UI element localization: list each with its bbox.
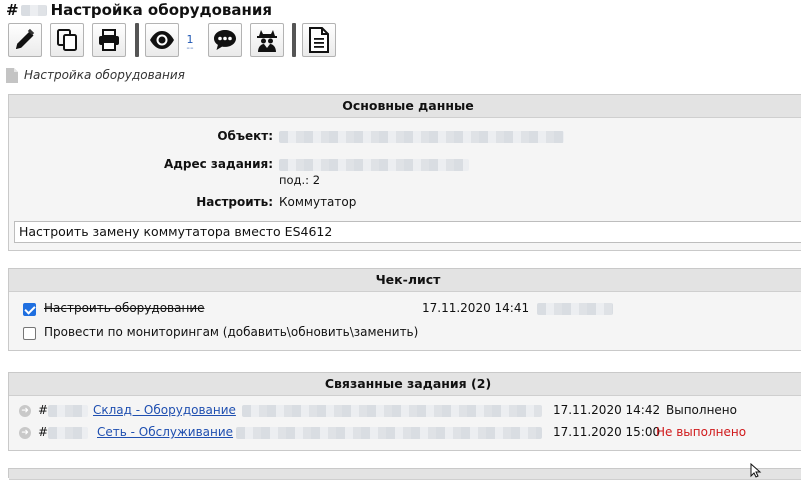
checklist-item-datetime: 17.11.2020 14:41 bbox=[422, 301, 530, 315]
document-icon bbox=[309, 27, 329, 53]
toolbar-separator bbox=[135, 23, 139, 57]
pencil-icon bbox=[16, 28, 35, 49]
panel-heading bbox=[9, 469, 801, 480]
toolbar-separator bbox=[292, 23, 296, 57]
checklist-panel: Чек-лист Настроить оборудование 17.11.20… bbox=[8, 268, 801, 351]
related-datetime: 17.11.2020 15:00 bbox=[553, 425, 661, 439]
status-badge: Не выполнено bbox=[656, 425, 747, 439]
copy-button[interactable] bbox=[50, 23, 84, 57]
redacted-object bbox=[279, 130, 564, 143]
checklist-item-text: Провести по мониторингам (добавить\обнов… bbox=[44, 325, 419, 339]
status-badge: Выполнено bbox=[666, 403, 737, 417]
mouse-cursor-icon bbox=[750, 463, 762, 478]
watchers-count[interactable]: 1 -- bbox=[185, 33, 195, 54]
breadcrumb: Настройка оборудования bbox=[6, 67, 185, 83]
panel-heading: Связанные задания (2) bbox=[9, 373, 801, 396]
redacted-task-id bbox=[48, 405, 88, 417]
configure-label: Настроить: bbox=[196, 195, 273, 209]
arrow-right-icon: ➜ bbox=[19, 427, 31, 439]
address-label: Адрес задания: bbox=[163, 157, 273, 171]
related-tasks-panel: Связанные задания (2) ➜ # Склад - Оборуд… bbox=[8, 372, 801, 451]
next-panel bbox=[8, 468, 801, 480]
comment-icon bbox=[214, 30, 236, 50]
panel-heading: Чек-лист bbox=[9, 269, 801, 292]
redacted-user bbox=[537, 303, 613, 315]
redacted-task-id bbox=[20, 5, 47, 16]
entrance-value: под.: 2 bbox=[279, 173, 321, 187]
related-hash: # bbox=[38, 425, 49, 439]
task-description-field[interactable]: Настроить замену коммутатора вместо ES46… bbox=[14, 221, 801, 243]
panel-body: Объект: Адрес задания: под.: 2 Настроить… bbox=[9, 118, 801, 250]
checklist-item-text: Настроить оборудование bbox=[44, 301, 205, 315]
copy-icon bbox=[57, 29, 77, 51]
spy-icon bbox=[257, 30, 277, 52]
print-button[interactable] bbox=[92, 23, 126, 57]
related-task-link[interactable]: Сеть - Обслуживание bbox=[97, 425, 233, 439]
panel-heading: Основные данные bbox=[9, 95, 801, 118]
panel-body: ➜ # Склад - Оборудование 17.11.2020 14:4… bbox=[9, 396, 801, 450]
related-task-link[interactable]: Склад - Оборудование bbox=[93, 403, 236, 417]
configure-value: Коммутатор bbox=[279, 195, 357, 209]
address-value bbox=[279, 157, 469, 171]
spy-button[interactable] bbox=[250, 23, 284, 57]
checklist-checkbox-pending[interactable] bbox=[23, 327, 36, 340]
edit-button[interactable] bbox=[8, 23, 42, 57]
related-hash: # bbox=[38, 403, 49, 417]
redacted-task-id bbox=[48, 427, 88, 439]
comment-button[interactable] bbox=[208, 23, 242, 57]
task-hash: # bbox=[6, 1, 19, 19]
task-title: Настройка оборудования bbox=[50, 1, 273, 19]
redacted-address bbox=[242, 405, 542, 417]
breadcrumb-label: Настройка оборудования bbox=[24, 68, 185, 82]
redacted-address bbox=[236, 427, 542, 439]
main-data-panel: Основные данные Объект: Адрес задания: п… bbox=[8, 94, 801, 251]
object-value bbox=[279, 129, 564, 143]
page-title: # Настройка оборудования bbox=[6, 0, 272, 20]
page-icon bbox=[6, 68, 18, 83]
eye-icon bbox=[150, 31, 174, 49]
object-label: Объект: bbox=[217, 129, 273, 143]
arrow-right-icon: ➜ bbox=[19, 405, 31, 417]
watch-button[interactable] bbox=[145, 23, 179, 57]
redacted-address bbox=[279, 158, 469, 171]
document-button[interactable] bbox=[302, 23, 336, 57]
related-datetime: 17.11.2020 14:42 bbox=[553, 403, 661, 417]
toolbar: 1 -- bbox=[8, 23, 338, 60]
panel-body: Настроить оборудование 17.11.2020 14:41 … bbox=[9, 292, 801, 350]
print-icon bbox=[99, 29, 119, 51]
checklist-checkbox-done[interactable] bbox=[23, 303, 36, 316]
